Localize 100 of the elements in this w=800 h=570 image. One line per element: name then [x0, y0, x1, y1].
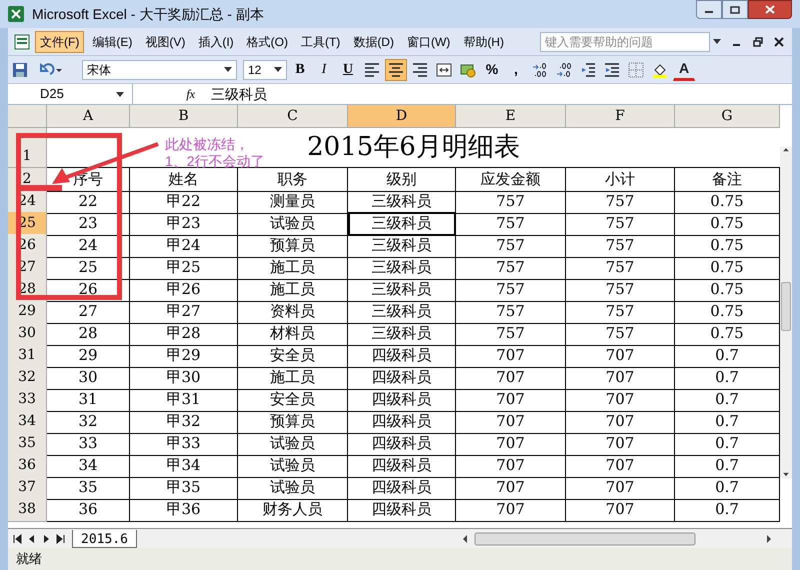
table-cell: 757 [566, 256, 675, 280]
font-name-field[interactable]: 宋体 [82, 60, 237, 80]
table-cell: 三级科员 [348, 322, 456, 346]
table-cell: 707 [456, 388, 566, 412]
row-header[interactable]: 34 [8, 410, 47, 434]
table-cell: 757 [566, 322, 675, 346]
annotation-text: 此处被冻结， [165, 136, 250, 153]
table-cell: 757 [456, 212, 566, 236]
bold-button[interactable]: B [289, 58, 311, 80]
table-cell: 甲33 [130, 432, 238, 456]
table-cell: 甲32 [130, 410, 238, 434]
maximize-button[interactable] [722, 0, 748, 19]
table-cell: 资料员 [238, 300, 348, 324]
table-cell: 安全员 [238, 344, 348, 368]
row-header[interactable]: 33 [8, 388, 47, 412]
table-cell: 707 [456, 344, 566, 368]
table-cell: 四级科员 [348, 366, 456, 390]
menu-item[interactable]: 格式(O) [242, 30, 293, 52]
menu-item[interactable]: 插入(I) [193, 30, 239, 52]
row-header[interactable]: 35 [8, 432, 47, 456]
status-text: 就绪 [16, 550, 42, 568]
column-header[interactable]: B [130, 105, 238, 128]
close-icon [765, 5, 775, 14]
menu-item[interactable]: 视图(V) [140, 30, 190, 52]
table-cell: 甲29 [130, 344, 238, 368]
menu-item[interactable]: 数据(D) [348, 30, 399, 52]
table-cell: 707 [456, 432, 566, 456]
close-icon[interactable] [774, 36, 784, 46]
sheet-tab[interactable]: 2015.6 [72, 530, 137, 548]
row-header[interactable]: 37 [8, 476, 47, 500]
align-left-icon [364, 62, 380, 78]
table-cell: 施工员 [238, 278, 348, 302]
table-cell: 三级科员 [348, 300, 456, 324]
minimize-button[interactable] [696, 0, 722, 19]
table-cell: 甲34 [130, 454, 238, 478]
close-button[interactable] [748, 0, 792, 19]
row-header[interactable]: 29 [8, 300, 47, 324]
workbook-icon [12, 32, 32, 50]
column-header[interactable]: A [47, 105, 130, 128]
row-header[interactable]: 38 [8, 498, 47, 522]
table-cell: 31 [47, 388, 130, 412]
table-cell: 25 [47, 256, 130, 280]
table-cell: 甲24 [130, 234, 238, 258]
table-cell: 小计 [566, 168, 675, 192]
table-cell: 28 [47, 322, 130, 346]
italic-button[interactable]: I [313, 58, 335, 80]
table-cell: 0.7 [675, 498, 780, 522]
table-cell: 757 [566, 190, 675, 214]
currency-icon [460, 62, 476, 78]
column-header[interactable]: G [675, 105, 780, 128]
undo-icon[interactable] [38, 62, 64, 78]
table-cell: 试验员 [238, 454, 348, 478]
table-cell: 安全员 [238, 388, 348, 412]
column-header[interactable]: C [238, 105, 348, 128]
restore-icon [730, 6, 740, 14]
save-icon[interactable] [12, 62, 28, 78]
marker-bar [18, 185, 62, 191]
decrease-indent-icon [580, 62, 596, 78]
row-header[interactable]: 30 [8, 322, 47, 346]
column-header[interactable]: D [348, 105, 456, 128]
table-cell: 757 [566, 212, 675, 236]
table-cell: 四级科员 [348, 410, 456, 434]
table-cell: 32 [47, 410, 130, 434]
row-header[interactable]: 32 [8, 366, 47, 390]
table-cell: 施工员 [238, 366, 348, 390]
menu-item[interactable]: 帮助(H) [458, 30, 509, 52]
help-search-field[interactable]: 键入需要帮助的问题 [541, 32, 709, 50]
increase-decimal-icon [532, 62, 548, 78]
table-cell: 应发金额 [456, 168, 566, 192]
menu-item[interactable]: 窗口(W) [402, 30, 456, 52]
table-cell: 757 [456, 300, 566, 324]
menu-item[interactable]: 编辑(E) [87, 30, 138, 52]
restore-icon[interactable] [753, 36, 763, 46]
table-cell: 707 [456, 498, 566, 522]
underline-button[interactable]: U [337, 58, 359, 80]
table-cell: 四级科员 [348, 498, 456, 522]
function-label[interactable]: fx [133, 85, 203, 103]
menu-item[interactable]: 文件(F) [35, 30, 84, 52]
font-color-button[interactable]: A [673, 58, 695, 80]
formula-value[interactable]: 三级科员 [203, 84, 267, 104]
row-header[interactable]: 31 [8, 344, 47, 368]
format-button[interactable]: , [505, 58, 527, 80]
table-cell: 35 [47, 476, 130, 500]
menu-item[interactable]: 工具(T) [296, 30, 346, 52]
table-cell: 甲23 [130, 212, 238, 236]
column-header[interactable]: E [456, 105, 566, 128]
table-cell: 四级科员 [348, 432, 456, 456]
font-size-field[interactable]: 12 [243, 60, 287, 80]
toolbar-button[interactable] [385, 58, 407, 80]
row-header[interactable]: 36 [8, 454, 47, 478]
column-header[interactable]: F [566, 105, 675, 128]
table-cell: 757 [456, 190, 566, 214]
table-cell: 757 [456, 322, 566, 346]
table-cell: 23 [47, 212, 130, 236]
table-cell: 三级科员 [348, 234, 456, 258]
table-cell: 757 [456, 278, 566, 302]
format-button[interactable]: % [481, 58, 503, 80]
name-box[interactable]: D25 [8, 84, 133, 104]
table-cell: 707 [566, 454, 675, 478]
dropdown-caret-icon [274, 67, 282, 72]
